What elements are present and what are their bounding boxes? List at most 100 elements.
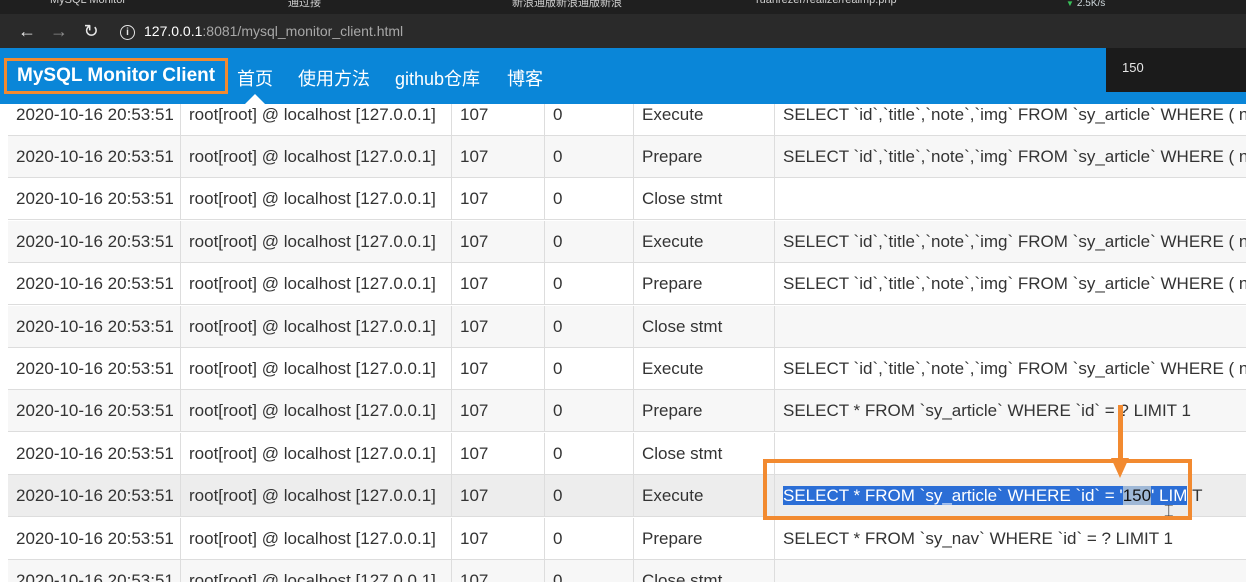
log-server-id-cell: 0 (545, 560, 634, 582)
back-icon[interactable]: ← (16, 20, 38, 42)
log-command-cell: Prepare (634, 518, 775, 560)
log-server-id-cell: 0 (545, 221, 634, 263)
table-row[interactable]: 2020-10-16 20:53:51 root[root] @ localhos… (8, 390, 1246, 432)
log-command-cell: Prepare (634, 390, 775, 432)
log-command-cell: Prepare (634, 263, 775, 305)
log-user-cell: root[root] @ localhost [127.0.0.1] (181, 433, 452, 475)
download-arrow-icon: ▼ (1066, 0, 1074, 8)
nav-link-usage[interactable]: 使用方法 (298, 65, 370, 91)
log-argument-cell: SELECT `id`,`title`,`note`,`img` FROM `s… (783, 274, 1246, 293)
browser-tab[interactable]: MySQL Monitor (50, 0, 126, 8)
brand-logo[interactable]: MySQL Monitor Client (4, 58, 228, 94)
table-row[interactable]: 2020-10-16 20:53:51 root[root] @ localhos… (8, 518, 1246, 560)
log-user-cell: root[root] @ localhost [127.0.0.1] (181, 560, 452, 582)
log-server-id-cell: 0 (545, 390, 634, 432)
log-time-cell: 2020-10-16 20:53:51 (8, 306, 181, 348)
log-time-cell: 2020-10-16 20:53:51 (8, 263, 181, 305)
active-nav-caret-icon (245, 94, 265, 104)
table-row[interactable]: 2020-10-16 20:53:51 root[root] @ localhos… (8, 178, 1246, 220)
nav-link-home[interactable]: 首页 (237, 65, 273, 91)
log-time-cell: 2020-10-16 20:53:51 (8, 390, 181, 432)
log-server-id-cell: 0 (545, 348, 634, 390)
log-argument-cell: SELECT `id`,`title`,`note`,`img` FROM `s… (783, 105, 1246, 124)
log-user-cell: root[root] @ localhost [127.0.0.1] (181, 178, 452, 220)
log-time-cell: 2020-10-16 20:53:51 (8, 221, 181, 263)
log-time-cell: 2020-10-16 20:53:51 (8, 178, 181, 220)
log-time-cell: 2020-10-16 20:53:51 (8, 518, 181, 560)
browser-tab[interactable]: 新浪通版新浪通版新浪 (512, 0, 622, 9)
table-row[interactable]: 2020-10-16 20:53:51 root[root] @ localhos… (8, 104, 1246, 136)
log-thread-id-cell: 107 (452, 390, 545, 432)
log-user-cell: root[root] @ localhost [127.0.0.1] (181, 348, 452, 390)
log-command-cell: Execute (634, 475, 775, 517)
log-time-cell: 2020-10-16 20:53:51 (8, 136, 181, 178)
log-argument-cell (775, 306, 1246, 348)
table-row[interactable]: 2020-10-16 20:53:51 root[root] @ localhos… (8, 560, 1246, 582)
log-argument-cell (775, 178, 1246, 220)
nav-link-blog[interactable]: 博客 (507, 65, 543, 91)
reload-icon[interactable]: ↻ (80, 20, 102, 42)
log-thread-id-cell: 107 (452, 136, 545, 178)
log-user-cell: root[root] @ localhost [127.0.0.1] (181, 518, 452, 560)
selection-tooltip: 150 (1106, 48, 1246, 92)
log-server-id-cell: 0 (545, 475, 634, 517)
log-time-cell: 2020-10-16 20:53:51 (8, 104, 181, 136)
log-command-cell: Close stmt (634, 433, 775, 475)
log-thread-id-cell: 107 (452, 306, 545, 348)
log-argument-cell (775, 560, 1246, 582)
nav-link-github[interactable]: github仓库 (395, 65, 480, 91)
table-row[interactable]: 2020-10-16 20:53:51 root[root] @ localhos… (8, 348, 1246, 390)
annotation-arrow (1118, 405, 1123, 461)
log-argument-cell: SELECT * FROM `sy_nav` WHERE `id` = ? LI… (783, 529, 1173, 548)
text-cursor-icon: ⌶ (1164, 503, 1174, 520)
info-icon[interactable]: i (120, 24, 135, 40)
table-row[interactable]: 2020-10-16 20:53:51 root[root] @ localhos… (8, 306, 1246, 348)
log-command-cell: Execute (634, 221, 775, 263)
log-user-cell: root[root] @ localhost [127.0.0.1] (181, 390, 452, 432)
log-thread-id-cell: 107 (452, 348, 545, 390)
address-bar[interactable]: i 127.0.0.1:8081/mysql_monitor_client.htm… (112, 18, 1112, 44)
url-host: 127.0.0.1 (144, 23, 203, 39)
log-argument-cell: SELECT `id`,`title`,`note`,`img` FROM `s… (783, 147, 1246, 166)
log-command-cell: Execute (634, 348, 775, 390)
log-user-cell: root[root] @ localhost [127.0.0.1] (181, 104, 452, 136)
log-command-cell: Close stmt (634, 178, 775, 220)
log-server-id-cell: 0 (545, 306, 634, 348)
log-user-cell: root[root] @ localhost [127.0.0.1] (181, 475, 452, 517)
log-command-cell: Execute (634, 104, 775, 136)
log-user-cell: root[root] @ localhost [127.0.0.1] (181, 136, 452, 178)
log-thread-id-cell: 107 (452, 263, 545, 305)
log-server-id-cell: 0 (545, 178, 634, 220)
table-row[interactable]: 2020-10-16 20:53:51 root[root] @ localhos… (8, 136, 1246, 178)
log-argument-cell: SELECT `id`,`title`,`note`,`img` FROM `s… (783, 359, 1246, 378)
table-row[interactable]: 2020-10-16 20:53:51 root[root] @ localhos… (8, 221, 1246, 263)
browser-tab-strip: MySQL Monitor 通过接 新浪通版新浪通版新浪 ruanrezer/r… (0, 0, 1246, 14)
log-thread-id-cell: 107 (452, 221, 545, 263)
network-speed-value: 2.5K/s (1076, 0, 1106, 9)
url-path: :8081/mysql_monitor_client.html (202, 23, 404, 39)
forward-icon[interactable]: → (48, 20, 70, 42)
browser-toolbar: ← → ↻ i 127.0.0.1:8081/mysql_monitor_clie… (0, 14, 1246, 48)
app-navbar: MySQL Monitor Client 首页 使用方法 github仓库 博客 (0, 48, 1246, 104)
log-thread-id-cell: 107 (452, 178, 545, 220)
log-thread-id-cell: 107 (452, 104, 545, 136)
log-server-id-cell: 0 (545, 518, 634, 560)
log-command-cell: Prepare (634, 136, 775, 178)
log-user-cell: root[root] @ localhost [127.0.0.1] (181, 263, 452, 305)
log-thread-id-cell: 107 (452, 475, 545, 517)
log-thread-id-cell: 107 (452, 433, 545, 475)
log-time-cell: 2020-10-16 20:53:51 (8, 475, 181, 517)
log-time-cell: 2020-10-16 20:53:51 (8, 348, 181, 390)
log-time-cell: 2020-10-16 20:53:51 (8, 560, 181, 582)
log-server-id-cell: 0 (545, 433, 634, 475)
network-speed: ▼ 2.5K/s (1066, 0, 1105, 9)
table-row[interactable]: 2020-10-16 20:53:51 root[root] @ localhos… (8, 263, 1246, 305)
log-command-cell: Close stmt (634, 560, 775, 582)
annotation-highlight-box (763, 459, 1192, 520)
browser-tab[interactable]: ruanrezer/realize/realmp.php (756, 0, 897, 8)
log-user-cell: root[root] @ localhost [127.0.0.1] (181, 306, 452, 348)
browser-tab[interactable]: 通过接 (288, 0, 321, 9)
log-command-cell: Close stmt (634, 306, 775, 348)
log-time-cell: 2020-10-16 20:53:51 (8, 433, 181, 475)
log-server-id-cell: 0 (545, 136, 634, 178)
